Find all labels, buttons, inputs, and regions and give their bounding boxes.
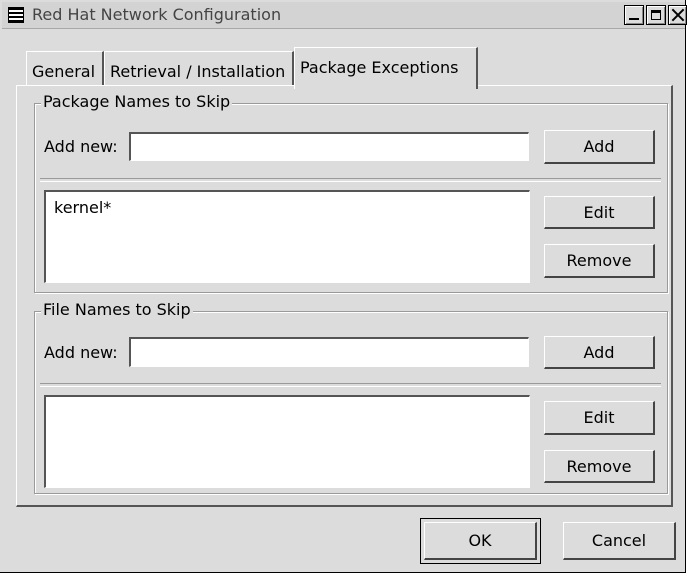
window-menu-icon[interactable] <box>8 7 24 23</box>
package-names-frame-title: Package Names to Skip <box>41 92 233 111</box>
package-add-input[interactable] <box>129 132 529 161</box>
tab-general[interactable]: General <box>26 51 104 85</box>
package-edit-button[interactable]: Edit <box>544 196 655 229</box>
tab-package-exceptions[interactable]: Package Exceptions <box>294 47 478 89</box>
file-add-button[interactable]: Add <box>544 336 655 369</box>
file-add-new-label: Add new: <box>44 343 118 362</box>
maximize-icon[interactable] <box>646 5 666 25</box>
file-edit-button[interactable]: Edit <box>544 401 655 435</box>
file-remove-button[interactable]: Remove <box>544 450 655 483</box>
package-add-new-label: Add new: <box>44 137 118 156</box>
file-add-input[interactable] <box>129 337 529 367</box>
minimize-icon[interactable] <box>624 5 644 25</box>
package-separator <box>40 178 661 182</box>
window-title: Red Hat Network Configuration <box>32 5 282 24</box>
cancel-button[interactable]: Cancel <box>563 522 676 560</box>
ok-button[interactable]: OK <box>420 518 541 564</box>
tab-retrieval-installation[interactable]: Retrieval / Installation <box>104 51 294 85</box>
file-names-frame-title: File Names to Skip <box>41 300 193 319</box>
list-item[interactable]: kernel* <box>54 198 521 217</box>
package-remove-button[interactable]: Remove <box>544 244 655 278</box>
file-separator <box>40 383 661 387</box>
file-skip-list[interactable] <box>44 395 530 488</box>
close-icon[interactable] <box>668 5 687 25</box>
package-add-button[interactable]: Add <box>544 130 655 164</box>
title-bar[interactable]: Red Hat Network Configuration <box>2 2 687 29</box>
rhn-config-window: Red Hat Network Configuration General Re… <box>0 0 687 573</box>
package-skip-list[interactable]: kernel* <box>44 190 530 283</box>
